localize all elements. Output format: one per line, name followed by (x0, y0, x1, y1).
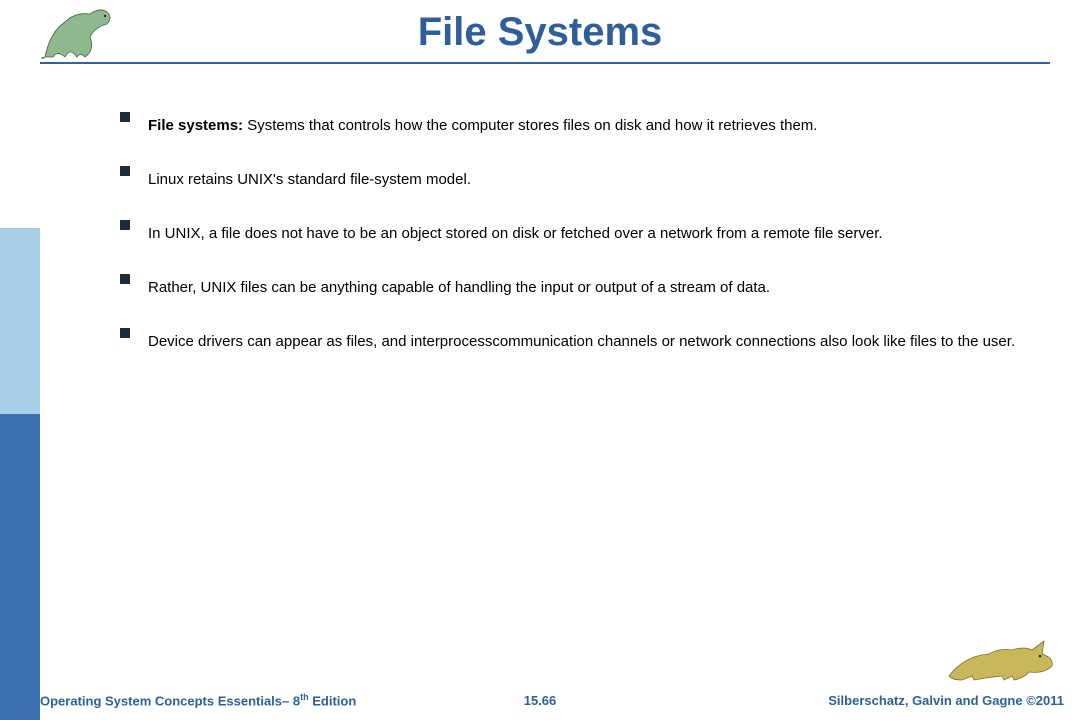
sidebar-accent-light (0, 228, 40, 414)
title-underline (40, 62, 1050, 64)
bullet-text: In UNIX, a file does not have to be an o… (148, 216, 1050, 252)
sidebar-accent-dark (0, 414, 40, 720)
square-bullet-icon (120, 166, 130, 176)
square-bullet-icon (120, 220, 130, 230)
dinosaur-bottom-icon (944, 636, 1064, 686)
bullet-text: Rather, UNIX files can be anything capab… (148, 270, 1050, 306)
square-bullet-icon (120, 112, 130, 122)
footer-authors: Silberschatz, Galvin and Gagne ©2011 (828, 693, 1064, 708)
bullet-text: Device drivers can appear as files, and … (148, 324, 1050, 360)
square-bullet-icon (120, 274, 130, 284)
bullet-text: Linux retains UNIX's standard file-syste… (148, 162, 1050, 198)
bullet-item: In UNIX, a file does not have to be an o… (120, 216, 1050, 252)
bullet-item: Linux retains UNIX's standard file-syste… (120, 162, 1050, 198)
bullet-text: File systems: Systems that controls how … (148, 108, 1050, 144)
slide-title: File Systems (0, 10, 1080, 55)
square-bullet-icon (120, 328, 130, 338)
bullet-item: File systems: Systems that controls how … (120, 108, 1050, 144)
slide-body: File systems: Systems that controls how … (120, 108, 1050, 360)
bullet-item: Rather, UNIX files can be anything capab… (120, 270, 1050, 306)
bullet-item: Device drivers can appear as files, and … (120, 324, 1050, 360)
